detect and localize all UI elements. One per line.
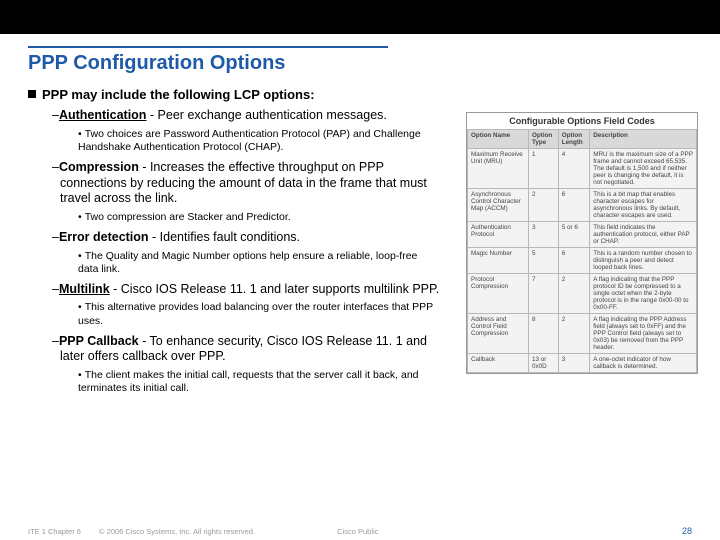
table-row: Callback13 or 0x0D3A one-octet indicator… — [468, 354, 697, 373]
table-cell: This field indicates the authentication … — [590, 222, 697, 248]
table-cell: Maximum Receive Unit (MRU) — [468, 149, 529, 189]
intro-text: PPP may include the following LCP option… — [42, 87, 315, 102]
option-name: Compression — [59, 160, 139, 174]
page-number: 28 — [682, 526, 692, 536]
table-cell: 8 — [529, 314, 559, 354]
table-row: Magic Number56This is a random number ch… — [468, 248, 697, 274]
option-block: –Multilink - Cisco IOS Release 11. 1 and… — [60, 282, 440, 298]
table-cell: This is a bit map that enables character… — [590, 189, 697, 222]
options-table-figure: Configurable Options Field Codes Option … — [466, 112, 698, 374]
table-row: Authentication Protocol35 or 6This field… — [468, 222, 697, 248]
slide-title: PPP Configuration Options — [28, 52, 692, 75]
table-row: Protocol Compression72A flag indicating … — [468, 274, 697, 314]
option-subpoint: •The client makes the initial call, requ… — [78, 369, 440, 395]
bullet-dot-icon: • — [78, 128, 82, 140]
table-header-cell: Option Type — [529, 130, 559, 149]
table-cell: MRU is the maximum size of a PPP frame a… — [590, 149, 697, 189]
figure-title: Configurable Options Field Codes — [467, 113, 697, 129]
table-cell: Asynchronous Control Character Map (ACCM… — [468, 189, 529, 222]
option-subtext: This alternative provides load balancing… — [78, 301, 433, 326]
option-name: Authentication — [59, 108, 147, 122]
option-block: –Error detection - Identifies fault cond… — [60, 230, 440, 246]
table-cell: 2 — [558, 274, 589, 314]
footer-chapter: ITE 1 Chapter 6 — [28, 527, 81, 536]
table-cell: A flag indicating that the PPP protocol … — [590, 274, 697, 314]
table-cell: 5 — [529, 248, 559, 274]
option-subtext: Two compression are Stacker and Predicto… — [85, 211, 291, 223]
dash-icon: – — [52, 334, 59, 348]
table-header-cell: Option Length — [558, 130, 589, 149]
footer-right-label: Cisco Public — [337, 527, 378, 536]
table-row: Maximum Receive Unit (MRU)14MRU is the m… — [468, 149, 697, 189]
table-cell: Callback — [468, 354, 529, 373]
table-cell: Authentication Protocol — [468, 222, 529, 248]
option-name: Error detection — [59, 230, 149, 244]
option-subpoint: •This alternative provides load balancin… — [78, 301, 440, 327]
table-cell: 5 or 6 — [558, 222, 589, 248]
table-header-cell: Description — [590, 130, 697, 149]
option-desc: - Cisco IOS Release 11. 1 and later supp… — [110, 282, 440, 296]
table-cell: This is a random number chosen to distin… — [590, 248, 697, 274]
table-cell: Protocol Compression — [468, 274, 529, 314]
option-name: PPP Callback — [59, 334, 139, 348]
option-block: –Compression - Increases the effective t… — [60, 160, 440, 207]
table-cell: 2 — [529, 189, 559, 222]
top-black-bar — [0, 0, 720, 34]
table-cell: 2 — [558, 314, 589, 354]
table-cell: Magic Number — [468, 248, 529, 274]
slide-body: PPP Configuration Options PPP may includ… — [0, 34, 720, 522]
option-desc: - Identifies fault conditions. — [149, 230, 300, 244]
title-rule — [28, 46, 388, 48]
bullet-dot-icon: • — [78, 250, 82, 262]
table-row: Asynchronous Control Character Map (ACCM… — [468, 189, 697, 222]
option-block: –Authentication - Peer exchange authenti… — [60, 108, 440, 124]
dash-icon: – — [52, 230, 59, 244]
option-subtext: The client makes the initial call, reque… — [78, 369, 419, 394]
options-list: –Authentication - Peer exchange authenti… — [60, 108, 440, 395]
bullet-dot-icon: • — [78, 211, 82, 223]
bullet-dot-icon: • — [78, 369, 82, 381]
table-cell: 6 — [558, 189, 589, 222]
table-cell: 6 — [558, 248, 589, 274]
table-cell: 1 — [529, 149, 559, 189]
dash-icon: – — [52, 282, 59, 296]
option-subpoint: •Two choices are Password Authentication… — [78, 128, 440, 154]
slide-footer: ITE 1 Chapter 6 © 2006 Cisco Systems, In… — [0, 522, 720, 540]
table-row: Address and Control Field Compression82A… — [468, 314, 697, 354]
options-table: Option NameOption TypeOption LengthDescr… — [467, 129, 697, 373]
intro-line: PPP may include the following LCP option… — [28, 87, 692, 102]
option-subtext: Two choices are Password Authentication … — [78, 128, 421, 153]
bullet-dot-icon: • — [78, 301, 82, 313]
table-cell: 7 — [529, 274, 559, 314]
table-header-cell: Option Name — [468, 130, 529, 149]
option-subpoint: •Two compression are Stacker and Predict… — [78, 211, 440, 224]
table-cell: A flag indicating the PPP Address field … — [590, 314, 697, 354]
square-bullet-icon — [28, 90, 36, 98]
option-block: –PPP Callback - To enhance security, Cis… — [60, 334, 440, 365]
table-cell: 3 — [529, 222, 559, 248]
table-cell: Address and Control Field Compression — [468, 314, 529, 354]
table-cell: 4 — [558, 149, 589, 189]
dash-icon: – — [52, 108, 59, 122]
table-cell: A one-octet indicator of how callback is… — [590, 354, 697, 373]
footer-copyright: © 2006 Cisco Systems, Inc. All rights re… — [99, 527, 255, 536]
table-cell: 13 or 0x0D — [529, 354, 559, 373]
option-subtext: The Quality and Magic Number options hel… — [78, 250, 417, 275]
table-cell: 3 — [558, 354, 589, 373]
dash-icon: – — [52, 160, 59, 174]
option-name: Multilink — [59, 282, 110, 296]
option-subpoint: •The Quality and Magic Number options he… — [78, 250, 440, 276]
option-desc: - Peer exchange authentication messages. — [146, 108, 386, 122]
